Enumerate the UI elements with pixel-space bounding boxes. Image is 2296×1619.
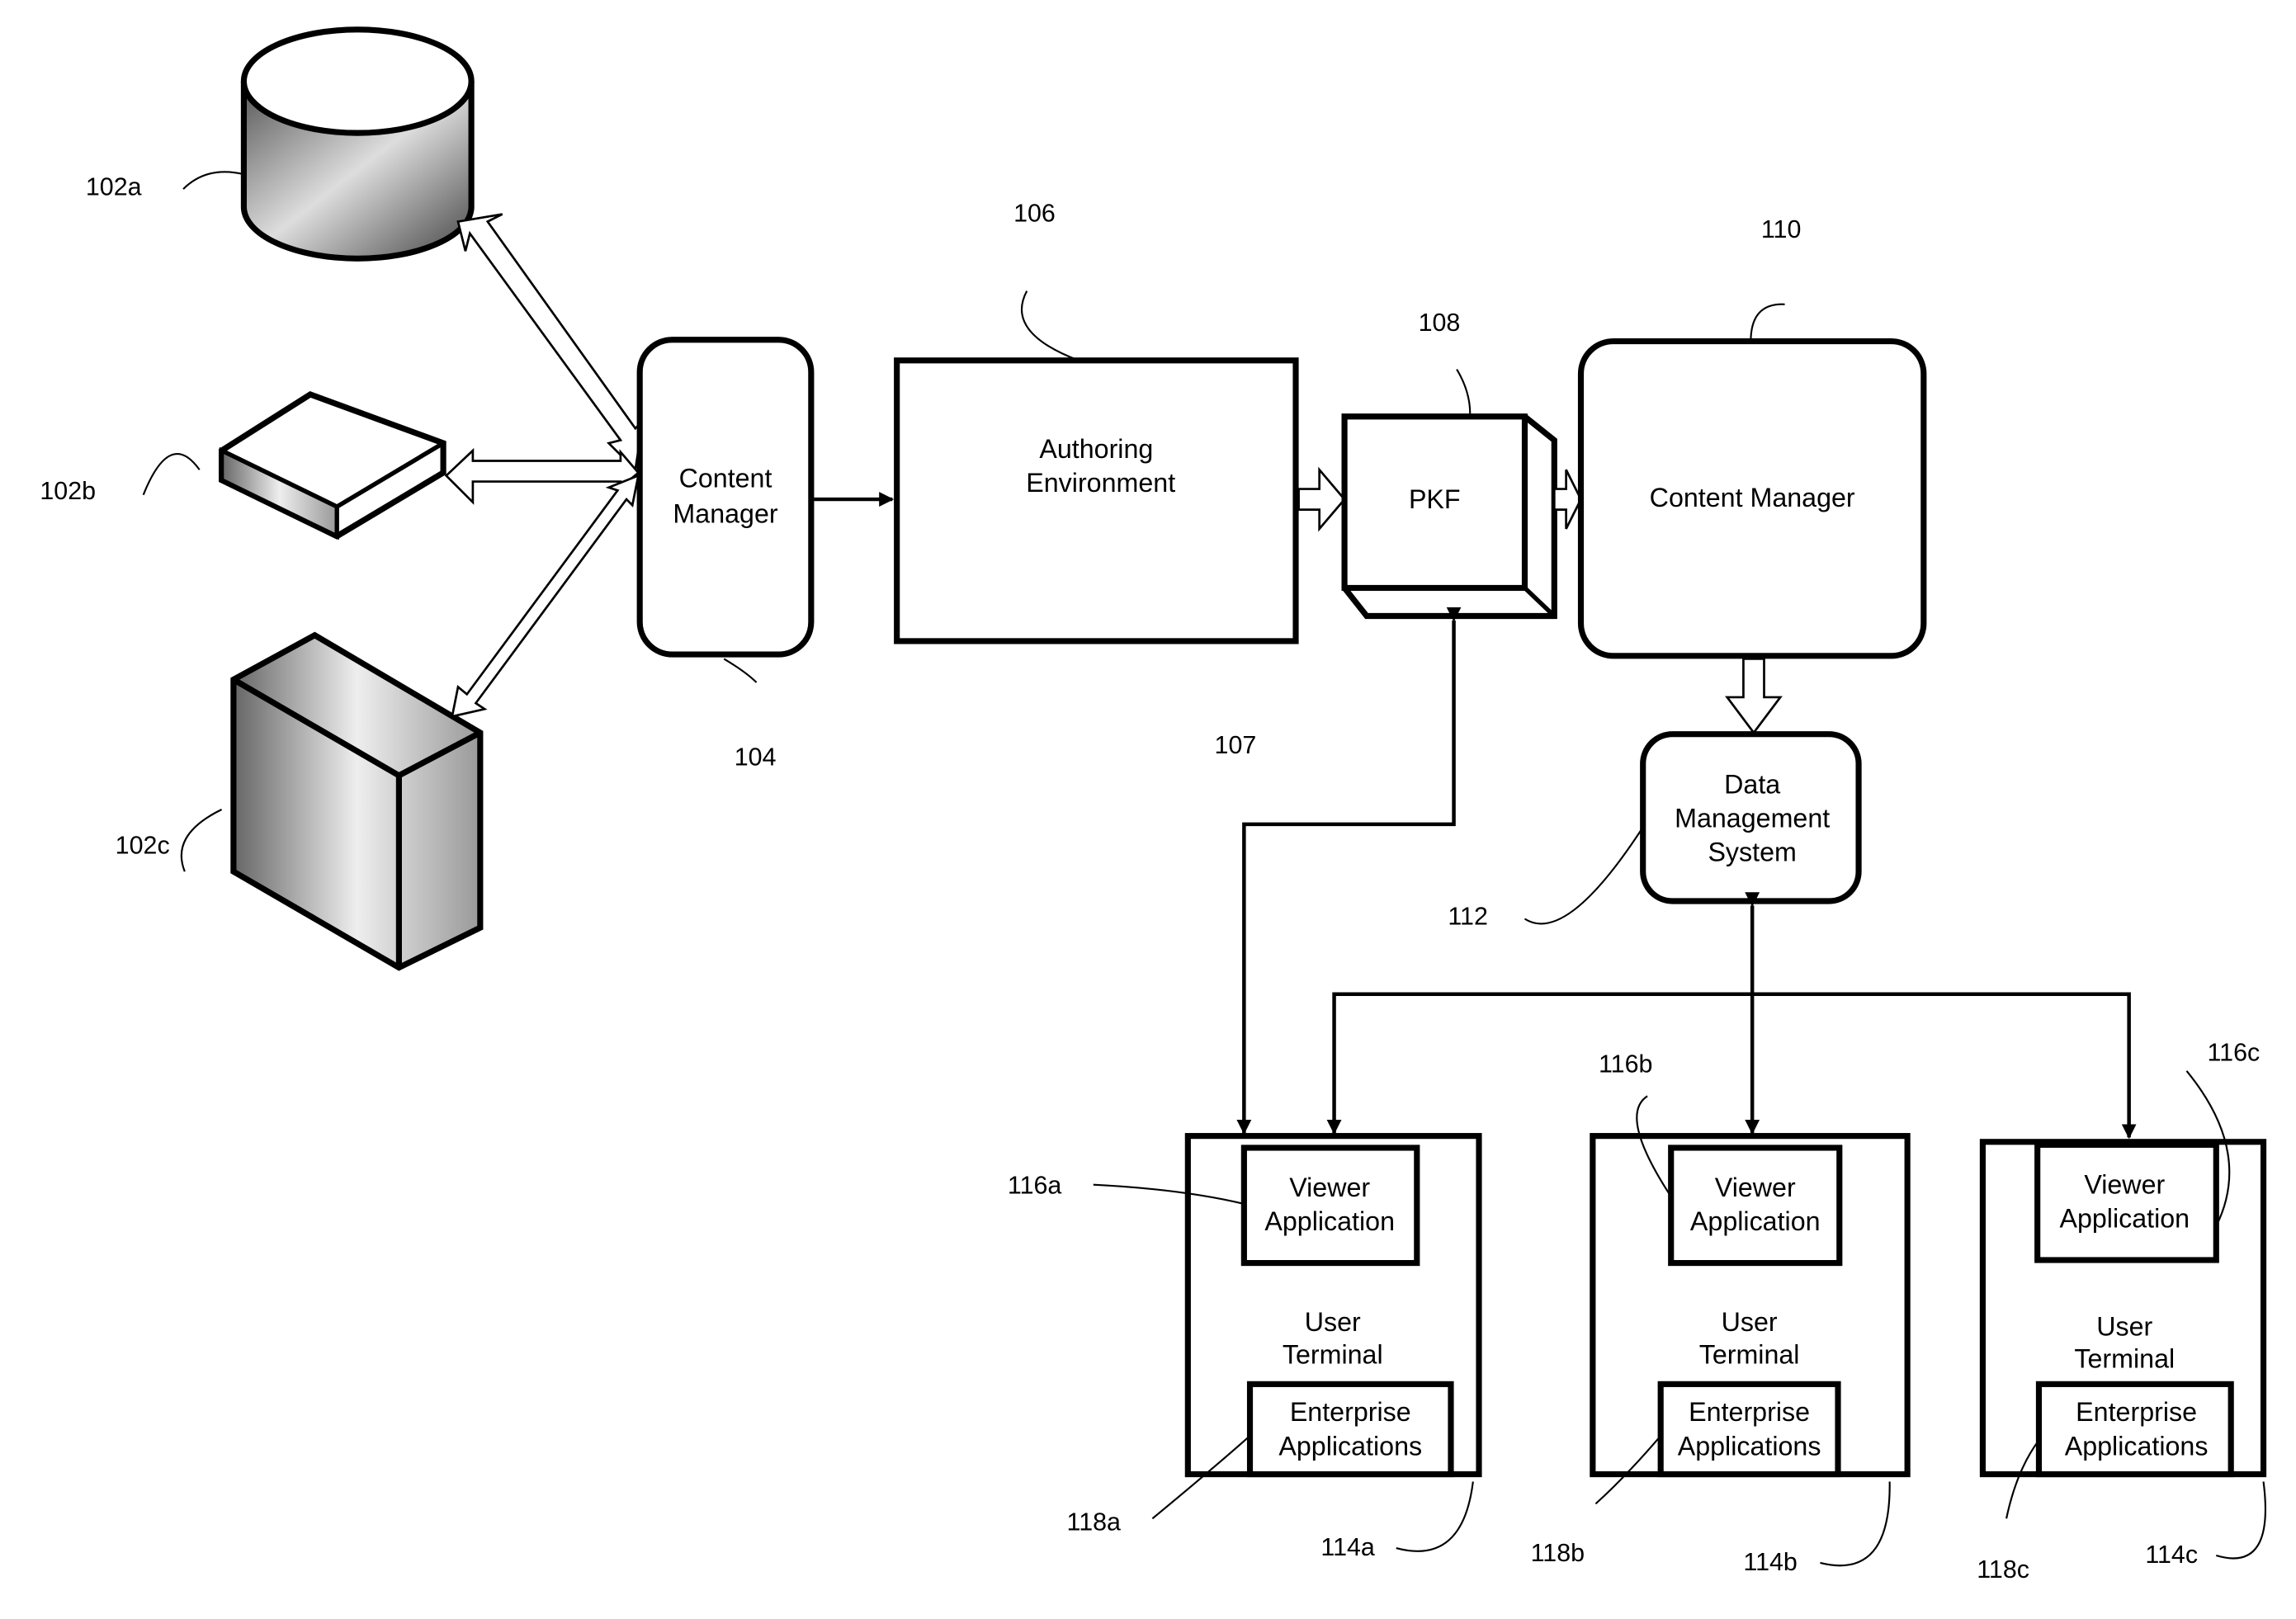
device-102b [218, 390, 446, 540]
ref-114b: 114b [1743, 1548, 1797, 1576]
system-diagram: 102a 102b 102c Content Manager 104 Autho… [40, 26, 2267, 1584]
dms-line2: Management [1675, 803, 1830, 833]
hollow-arrow-cm-to-dms [1725, 658, 1783, 735]
content-manager-104-line2: Manager [673, 499, 777, 529]
ref-116c: 116c [2208, 1038, 2261, 1066]
enterprise-a-line1: Enterprise [1290, 1397, 1411, 1427]
terminal-b-line2: Terminal [1699, 1339, 1800, 1369]
authoring-environment-106[interactable] [894, 357, 1299, 644]
terminal-b-line1: User [1722, 1307, 1778, 1337]
ref-112: 112 [1448, 903, 1488, 931]
server-102c [230, 631, 484, 971]
ref-107: 107 [1215, 731, 1257, 759]
enterprise-b-line1: Enterprise [1689, 1397, 1810, 1427]
link-107 [1236, 607, 1462, 1135]
dms-line1: Data [1724, 769, 1780, 799]
terminal-c-line2: Terminal [2074, 1344, 2175, 1374]
enterprise-c-line1: Enterprise [2076, 1397, 2197, 1427]
hollow-arrow-pkf-to-cm [1552, 469, 1583, 530]
terminal-a-line1: User [1305, 1307, 1361, 1337]
content-manager-110-label: Content Manager [1650, 483, 1855, 512]
pkf-108[interactable] [1341, 413, 1557, 620]
enterprise-b-line2: Applications [1678, 1431, 1821, 1461]
ref-114a: 114a [1320, 1533, 1374, 1561]
terminal-a-line2: Terminal [1283, 1339, 1383, 1369]
ref-116a: 116a [1008, 1171, 1061, 1199]
viewer-c-line2: Application [2059, 1204, 2190, 1234]
content-manager-104[interactable] [636, 337, 815, 658]
viewer-b-line2: Application [1690, 1206, 1821, 1236]
authoring-line1: Authoring [1039, 434, 1153, 464]
bidirectional-hollow-arrows [444, 213, 645, 718]
ref-118b: 118b [1531, 1539, 1585, 1567]
enterprise-a-line2: Applications [1278, 1431, 1422, 1461]
enterprise-c-line2: Applications [2065, 1431, 2209, 1461]
ref-110: 110 [1761, 215, 1802, 243]
authoring-line2: Environment [1026, 468, 1175, 498]
ref-108: 108 [1419, 309, 1461, 337]
dms-line3: System [1708, 838, 1796, 867]
viewer-c-line1: Viewer [2084, 1169, 2165, 1199]
ref-114c: 114c [2145, 1541, 2198, 1569]
ref-118a: 118a [1067, 1508, 1121, 1536]
dms-link-c [1752, 992, 2137, 1140]
ref-102b: 102b [40, 477, 96, 505]
viewer-a-line1: Viewer [1289, 1173, 1370, 1202]
ref-118c: 118c [1977, 1555, 2029, 1584]
ref-116b: 116b [1599, 1050, 1652, 1079]
content-manager-104-line1: Content [679, 464, 772, 493]
ref-104: 104 [735, 743, 777, 771]
viewer-b-line1: Viewer [1715, 1173, 1796, 1202]
hollow-arrow-authoring-to-pkf [1297, 466, 1346, 532]
ref-102c: 102c [116, 832, 170, 860]
ref-102a: 102a [86, 172, 142, 201]
dms-link-a [1326, 992, 1753, 1135]
pkf-label: PKF [1409, 484, 1461, 514]
viewer-a-line2: Application [1264, 1206, 1395, 1236]
database-102a [240, 26, 475, 262]
ref-106: 106 [1013, 200, 1056, 228]
terminal-c-line1: User [2096, 1311, 2152, 1341]
